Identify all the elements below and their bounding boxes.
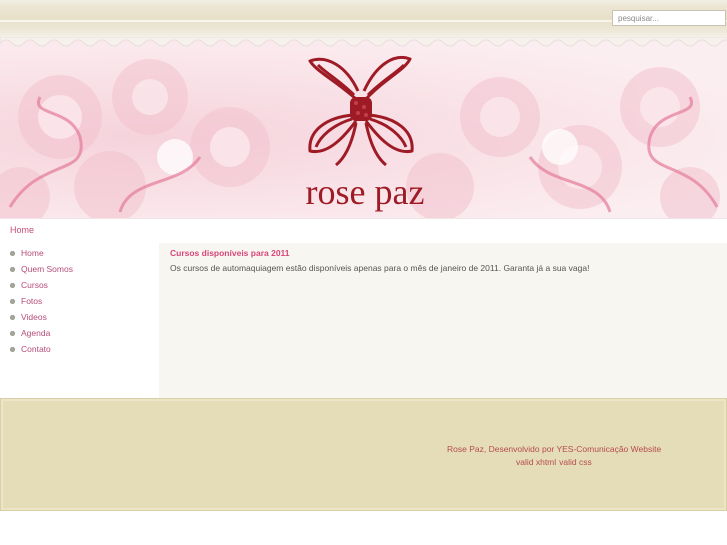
sidebar-item-label[interactable]: Agenda (21, 328, 50, 338)
footer (0, 398, 727, 511)
bullet-icon (10, 250, 15, 256)
top-bar (0, 0, 727, 37)
sidebar-item-home[interactable]: Home (10, 245, 73, 261)
bullet-icon (10, 314, 15, 320)
bow-logo-icon (308, 56, 414, 167)
page-bottom (0, 511, 727, 545)
sidebar-item-label[interactable]: Fotos (21, 296, 42, 306)
header-banner: rose paz (0, 37, 727, 219)
footer-validation-links: valid xhtml valid css (516, 457, 592, 467)
sidebar-item-quem-somos[interactable]: Quem Somos (10, 261, 73, 277)
breadcrumb-home[interactable]: Home (10, 225, 34, 235)
sidebar-item-label[interactable]: Home (21, 248, 44, 258)
sidebar-item-cursos[interactable]: Cursos (10, 277, 73, 293)
article-body: Os cursos de automaquiagem estão disponí… (170, 263, 590, 273)
valid-css-link[interactable]: valid css (559, 457, 592, 467)
sidebar-item-agenda[interactable]: Agenda (10, 325, 73, 341)
sidebar-menu: Home Quem Somos Cursos Fotos Videos Agen… (10, 245, 73, 357)
sidebar-item-videos[interactable]: Videos (10, 309, 73, 325)
footer-credit-link[interactable]: Rose Paz, Desenvolvido por YES-Comunicaç… (447, 444, 661, 454)
bullet-icon (10, 266, 15, 272)
sidebar-item-label[interactable]: Cursos (21, 280, 48, 290)
article-title[interactable]: Cursos disponíveis para 2011 (170, 248, 290, 258)
search-input[interactable] (612, 10, 726, 26)
bullet-icon (10, 346, 15, 352)
bullet-icon (10, 298, 15, 304)
page: rose paz Home Home Quem Somos Cursos Fot… (0, 0, 727, 545)
sidebar-item-label[interactable]: Quem Somos (21, 264, 73, 274)
sidebar-item-label[interactable]: Videos (21, 312, 47, 322)
bullet-icon (10, 282, 15, 288)
bullet-icon (10, 330, 15, 336)
brand-wordmark: rose paz (305, 172, 425, 212)
sidebar-item-fotos[interactable]: Fotos (10, 293, 73, 309)
breadcrumb-bar (0, 219, 727, 241)
valid-xhtml-link[interactable]: valid xhtml (516, 457, 556, 467)
sidebar-item-label[interactable]: Contato (21, 344, 51, 354)
sidebar-item-contato[interactable]: Contato (10, 341, 73, 357)
